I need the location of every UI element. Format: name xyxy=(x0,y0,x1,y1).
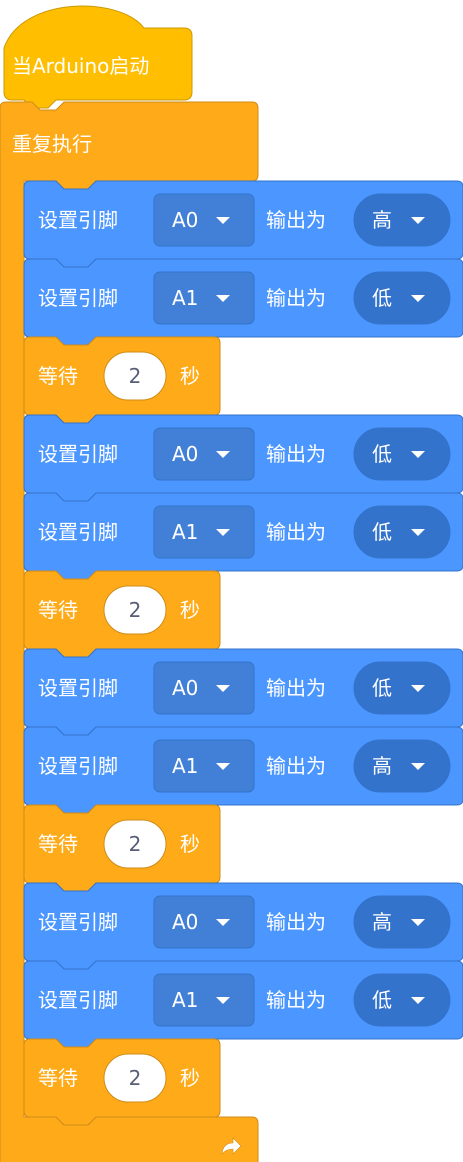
wait-block[interactable]: 等待 2 秒 xyxy=(23,570,221,658)
set-pin-label: 设置引脚 xyxy=(38,676,118,700)
pin-dropdown-value: A0 xyxy=(172,676,198,700)
output-label: 输出为 xyxy=(266,520,326,544)
pin-dropdown-field xyxy=(153,739,255,793)
pin-dropdown-value: A1 xyxy=(172,754,198,778)
output-label: 输出为 xyxy=(266,442,326,466)
pin-dropdown[interactable]: A0 xyxy=(153,427,255,481)
seconds-unit-label: 秒 xyxy=(180,598,200,622)
level-dropdown-value: 高 xyxy=(372,754,392,778)
loop-body-stack: 设置引脚 A0 输出为 高设置引脚 A1 输出为 低等待 2 秒设置引脚 A0 输出为 低设置引脚 A1… xyxy=(23,180,463,1126)
output-label: 输出为 xyxy=(266,208,326,232)
set-pin-block[interactable]: 设置引脚 A1 输出为 低 xyxy=(23,492,463,580)
level-dropdown[interactable]: 高 xyxy=(353,193,451,247)
wait-label: 等待 xyxy=(38,832,78,856)
set-pin-block[interactable]: 设置引脚 A1 输出为 低 xyxy=(23,258,463,346)
script-canvas: 当Arduino启动 重复执行 设置引脚 A0 输出为 高设置引脚 A1 输出为 低等待 2 秒… xyxy=(0,5,463,1162)
seconds-unit-label: 秒 xyxy=(180,832,200,856)
level-dropdown[interactable]: 低 xyxy=(353,505,451,559)
pin-dropdown-field xyxy=(153,505,255,559)
level-dropdown-value: 低 xyxy=(372,520,392,544)
level-dropdown-field xyxy=(353,505,451,559)
wait-label: 等待 xyxy=(38,364,78,388)
wait-block[interactable]: 等待 2 秒 xyxy=(23,336,221,424)
level-dropdown-value: 低 xyxy=(372,286,392,310)
forever-loop-label: 重复执行 xyxy=(12,132,92,156)
pin-dropdown[interactable]: A1 xyxy=(153,505,255,559)
pin-dropdown-value: A1 xyxy=(172,520,198,544)
set-pin-block[interactable]: 设置引脚 A0 输出为 低 xyxy=(23,648,463,736)
pin-dropdown-field xyxy=(153,427,255,481)
pin-dropdown-field xyxy=(153,193,255,247)
set-pin-block[interactable]: 设置引脚 A0 输出为 高 xyxy=(23,882,463,970)
level-dropdown[interactable]: 低 xyxy=(353,427,451,481)
wait-label: 等待 xyxy=(38,1066,78,1090)
pin-dropdown-value: A0 xyxy=(172,208,198,232)
wait-seconds-input[interactable]: 2 xyxy=(103,1053,167,1103)
pin-dropdown[interactable]: A0 xyxy=(153,193,255,247)
output-label: 输出为 xyxy=(266,754,326,778)
pin-dropdown[interactable]: A1 xyxy=(153,739,255,793)
pin-dropdown-field xyxy=(153,895,255,949)
level-dropdown-value: 高 xyxy=(372,910,392,934)
pin-dropdown-value: A0 xyxy=(172,910,198,934)
level-dropdown-value: 低 xyxy=(372,442,392,466)
level-dropdown-value: 低 xyxy=(372,988,392,1012)
set-pin-block[interactable]: 设置引脚 A1 输出为 低 xyxy=(23,960,463,1048)
seconds-unit-label: 秒 xyxy=(180,1066,200,1090)
level-dropdown-field xyxy=(353,895,451,949)
output-label: 输出为 xyxy=(266,676,326,700)
wait-seconds-value: 2 xyxy=(129,1066,142,1090)
wait-seconds-value: 2 xyxy=(129,598,142,622)
wait-block[interactable]: 等待 2 秒 xyxy=(23,804,221,892)
set-pin-label: 设置引脚 xyxy=(38,988,118,1012)
pin-dropdown[interactable]: A1 xyxy=(153,973,255,1027)
level-dropdown[interactable]: 低 xyxy=(353,973,451,1027)
level-dropdown-field xyxy=(353,661,451,715)
set-pin-block[interactable]: 设置引脚 A0 输出为 低 xyxy=(23,414,463,502)
level-dropdown[interactable]: 低 xyxy=(353,661,451,715)
level-dropdown-field xyxy=(353,973,451,1027)
set-pin-label: 设置引脚 xyxy=(38,520,118,544)
set-pin-label: 设置引脚 xyxy=(38,286,118,310)
set-pin-block[interactable]: 设置引脚 A1 输出为 高 xyxy=(23,726,463,814)
when-arduino-starts-block[interactable]: 当Arduino启动 xyxy=(3,5,193,109)
pin-dropdown[interactable]: A0 xyxy=(153,895,255,949)
set-pin-block[interactable]: 设置引脚 A0 输出为 高 xyxy=(23,180,463,268)
pin-dropdown[interactable]: A1 xyxy=(153,271,255,325)
wait-seconds-input[interactable]: 2 xyxy=(103,585,167,635)
wait-seconds-input[interactable]: 2 xyxy=(103,819,167,869)
output-label: 输出为 xyxy=(266,988,326,1012)
level-dropdown[interactable]: 高 xyxy=(353,895,451,949)
level-dropdown-value: 高 xyxy=(372,208,392,232)
level-dropdown-field xyxy=(353,271,451,325)
pin-dropdown-value: A0 xyxy=(172,442,198,466)
seconds-unit-label: 秒 xyxy=(180,364,200,388)
set-pin-label: 设置引脚 xyxy=(38,754,118,778)
wait-seconds-value: 2 xyxy=(129,832,142,856)
hat-block-label: 当Arduino启动 xyxy=(12,54,149,78)
level-dropdown-value: 低 xyxy=(372,676,392,700)
level-dropdown-field xyxy=(353,427,451,481)
pin-dropdown-field xyxy=(153,973,255,1027)
wait-seconds-value: 2 xyxy=(129,364,142,388)
output-label: 输出为 xyxy=(266,286,326,310)
pin-dropdown-field xyxy=(153,661,255,715)
level-dropdown-field xyxy=(353,193,451,247)
wait-label: 等待 xyxy=(38,598,78,622)
pin-dropdown-value: A1 xyxy=(172,286,198,310)
wait-block[interactable]: 等待 2 秒 xyxy=(23,1038,221,1126)
set-pin-label: 设置引脚 xyxy=(38,208,118,232)
level-dropdown-field xyxy=(353,739,451,793)
set-pin-label: 设置引脚 xyxy=(38,910,118,934)
pin-dropdown-value: A1 xyxy=(172,988,198,1012)
output-label: 输出为 xyxy=(266,910,326,934)
wait-seconds-input[interactable]: 2 xyxy=(103,351,167,401)
level-dropdown[interactable]: 低 xyxy=(353,271,451,325)
set-pin-label: 设置引脚 xyxy=(38,442,118,466)
pin-dropdown[interactable]: A0 xyxy=(153,661,255,715)
pin-dropdown-field xyxy=(153,271,255,325)
level-dropdown[interactable]: 高 xyxy=(353,739,451,793)
